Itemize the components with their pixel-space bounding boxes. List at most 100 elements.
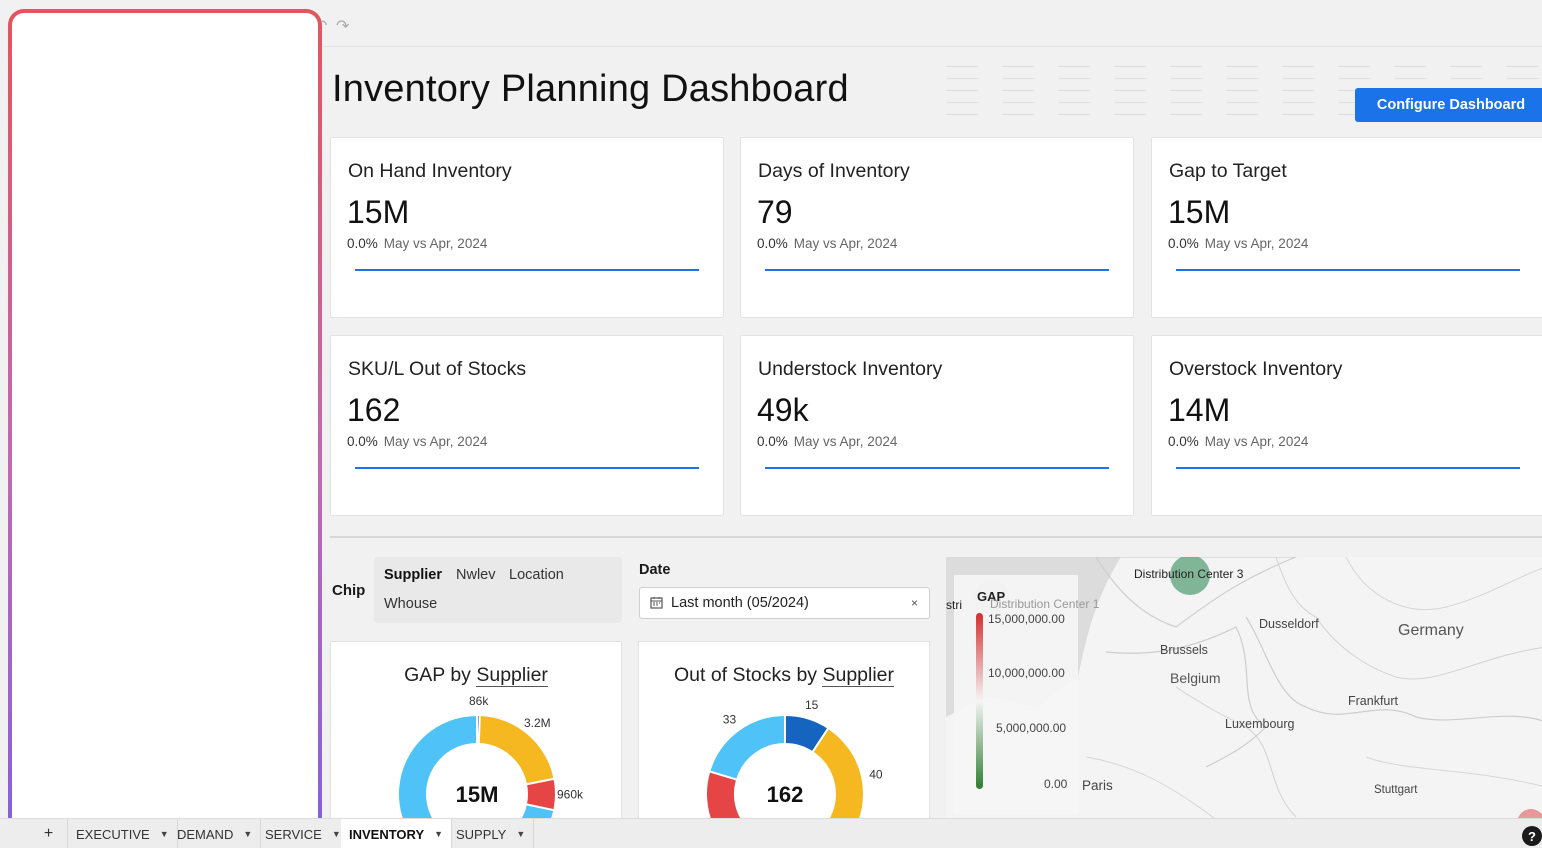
tile-empty: 🔒︎ EMPTY: [49, 279, 297, 366]
lock-icon: 🔒︎: [158, 377, 165, 389]
kpi-sparkline: [1176, 269, 1520, 271]
map-label-dc1-prefix: stri: [946, 598, 962, 612]
kpi-delta: 0.0% May vs Apr, 2024: [757, 236, 898, 251]
chip-option-whouse[interactable]: Whouse: [384, 596, 437, 612]
chip-label: Chip: [332, 582, 366, 599]
csv-icon: CSV: [96, 384, 126, 413]
donut-slice-label: 33: [723, 712, 737, 726]
map-label-dc1: Distribution Center 1: [990, 597, 1100, 611]
kpi-value: 14M: [1168, 392, 1231, 428]
linked-table-icon: [220, 385, 250, 413]
tile-label: PLUGINS: [212, 717, 259, 730]
viz-icon: [95, 180, 127, 208]
donut-slice-label: 15: [805, 698, 819, 712]
section-data-elements: DATA ELEMENTS: [49, 45, 297, 74]
kpi-delta: 0.0% May vs Apr, 2024: [1168, 434, 1309, 449]
tile-label: PIVOT TABLE: [201, 219, 269, 232]
add-page-button[interactable]: +: [30, 819, 68, 848]
tile-list[interactable]: [172, 777, 298, 823]
tile-linked: 🔒︎ LINKED: [172, 367, 298, 454]
legend-tick: 10,000,000.00: [988, 666, 1065, 680]
legend-tick: 15,000,000.00: [988, 612, 1065, 626]
redo-icon[interactable]: ↷: [336, 16, 349, 36]
map-label-luxembourg: Luxembourg: [1225, 717, 1295, 731]
kpi-sparkline: [355, 467, 699, 469]
tile-image[interactable]: IMAGE: [172, 484, 298, 571]
chevron-down-icon: ▼: [516, 829, 526, 839]
chevron-down-icon: ▼: [243, 829, 253, 839]
tab-demand[interactable]: DEMAND ▼: [169, 819, 262, 848]
main-canvas: ↶ ↷ Inventory Planning Dashboard Configu…: [314, 0, 1542, 848]
kpi-card[interactable]: Overstock Inventory 14M 0.0% May vs Apr, …: [1151, 335, 1542, 516]
tile-table[interactable]: TABLE: [49, 74, 297, 161]
chevron-down-icon: ▼: [434, 829, 444, 839]
map-label-frankfurt: Frankfurt: [1348, 694, 1399, 708]
kpi-value: 15M: [1168, 194, 1231, 230]
tile-label: LINKED: [216, 424, 255, 437]
tile-embed[interactable]: EMBED: [172, 572, 298, 659]
tab-executive[interactable]: EXECUTIVE ▼: [68, 819, 178, 848]
date-filter-input[interactable]: Last month (05/2024) ×: [639, 587, 930, 619]
tile-pivot-table[interactable]: PIVOT TABLE: [172, 162, 298, 249]
kpi-card[interactable]: Days of Inventory 79 0.0% May vs Apr, 202…: [740, 137, 1134, 318]
hierarchy-icon[interactable]: [19, 777, 41, 799]
donut-center-label: 15M: [456, 782, 499, 807]
donut-slice-label: 3.2M: [524, 716, 551, 730]
kpi-title: On Hand Inventory: [348, 160, 512, 182]
chip-option-nwlev[interactable]: Nwlev: [456, 567, 495, 583]
chip-segmented-control: Supplier Nwlev Location Whouse: [374, 557, 622, 623]
chip-option-location[interactable]: Location: [509, 567, 564, 583]
gap-map[interactable]: GAP 15,000,000.00 10,000,000.00 5,000,00…: [946, 557, 1542, 827]
oos-by-supplier-chart[interactable]: Out of Stocks by Supplier 15 40 33 162: [638, 641, 930, 841]
kpi-title: SKU/L Out of Stocks: [348, 358, 527, 380]
add-element-icon[interactable]: +: [19, 25, 41, 47]
kpi-title: Understock Inventory: [758, 358, 943, 380]
chip-option-supplier[interactable]: Supplier: [384, 567, 442, 583]
settings-icon[interactable]: [19, 727, 41, 749]
kpi-sparkline: [765, 467, 1109, 469]
tile-label: IMAGE: [218, 541, 253, 554]
kpi-delta: 0.0% May vs Apr, 2024: [347, 434, 488, 449]
donut-slice[interactable]: [708, 713, 786, 781]
kpi-title: Overstock Inventory: [1169, 358, 1343, 380]
embed-icon: [220, 588, 251, 619]
tile-text-input[interactable]: A: [49, 777, 173, 823]
panel-title: ADD NEW ELEMENT: [49, 13, 297, 45]
outline-icon[interactable]: [19, 73, 41, 95]
map-label-stuttgart: Stuttgart: [1374, 784, 1418, 796]
kpi-sparkline: [765, 269, 1109, 271]
oos-donut: 15 40 33 162: [705, 698, 883, 840]
calendar-icon: [650, 596, 663, 613]
toolbar: ↶ ↷: [314, 0, 1542, 47]
select-cursor-icon[interactable]: [19, 121, 41, 143]
kpi-sparkline: [355, 269, 699, 271]
page-title: Inventory Planning Dashboard: [332, 68, 849, 110]
kpi-card[interactable]: Gap to Target 15M 0.0% May vs Apr, 2024: [1151, 137, 1542, 318]
tab-inventory[interactable]: INVENTORY ▼: [341, 819, 453, 848]
kpi-value: 49k: [757, 392, 809, 428]
tab-service[interactable]: SERVICE ▼: [257, 819, 350, 848]
donut-slice-label: 40: [869, 767, 883, 781]
kpi-card[interactable]: On Hand Inventory 15M 0.0% May vs Apr, 20…: [330, 137, 724, 318]
kpi-value: 162: [347, 392, 401, 428]
kpi-card[interactable]: Understock Inventory 49k 0.0% May vs Apr,…: [740, 335, 1134, 516]
configure-dashboard-button[interactable]: Configure Dashboard: [1355, 88, 1542, 122]
tile-text[interactable]: T TEXT: [49, 484, 173, 571]
tile-label: BUTTON: [89, 629, 133, 642]
tile-viz[interactable]: VIZ: [49, 162, 173, 249]
gap-by-supplier-chart[interactable]: GAP by Supplier 86k 3.2M 960k 15M: [330, 641, 622, 841]
kpi-card[interactable]: SKU/L Out of Stocks 162 0.0% May vs Apr, …: [330, 335, 724, 516]
panel-gutter: [297, 13, 322, 823]
text-input-icon: A: [96, 792, 126, 820]
divider-icon: [95, 678, 126, 706]
pivot-table-icon: [220, 180, 250, 208]
help-icon[interactable]: ?: [1522, 826, 1542, 846]
clear-date-icon[interactable]: ×: [911, 596, 918, 610]
tile-divider[interactable]: DIVIDER: [49, 660, 173, 747]
tile-plugins[interactable]: PLUGINS: [172, 660, 298, 747]
tab-supply[interactable]: SUPPLY ▼: [448, 819, 535, 848]
tile-label: TEXT: [97, 541, 125, 554]
kpi-delta: 0.0% May vs Apr, 2024: [1168, 236, 1309, 251]
svg-text:CSV: CSV: [100, 396, 119, 406]
tile-button[interactable]: BUTTON: [49, 572, 173, 659]
